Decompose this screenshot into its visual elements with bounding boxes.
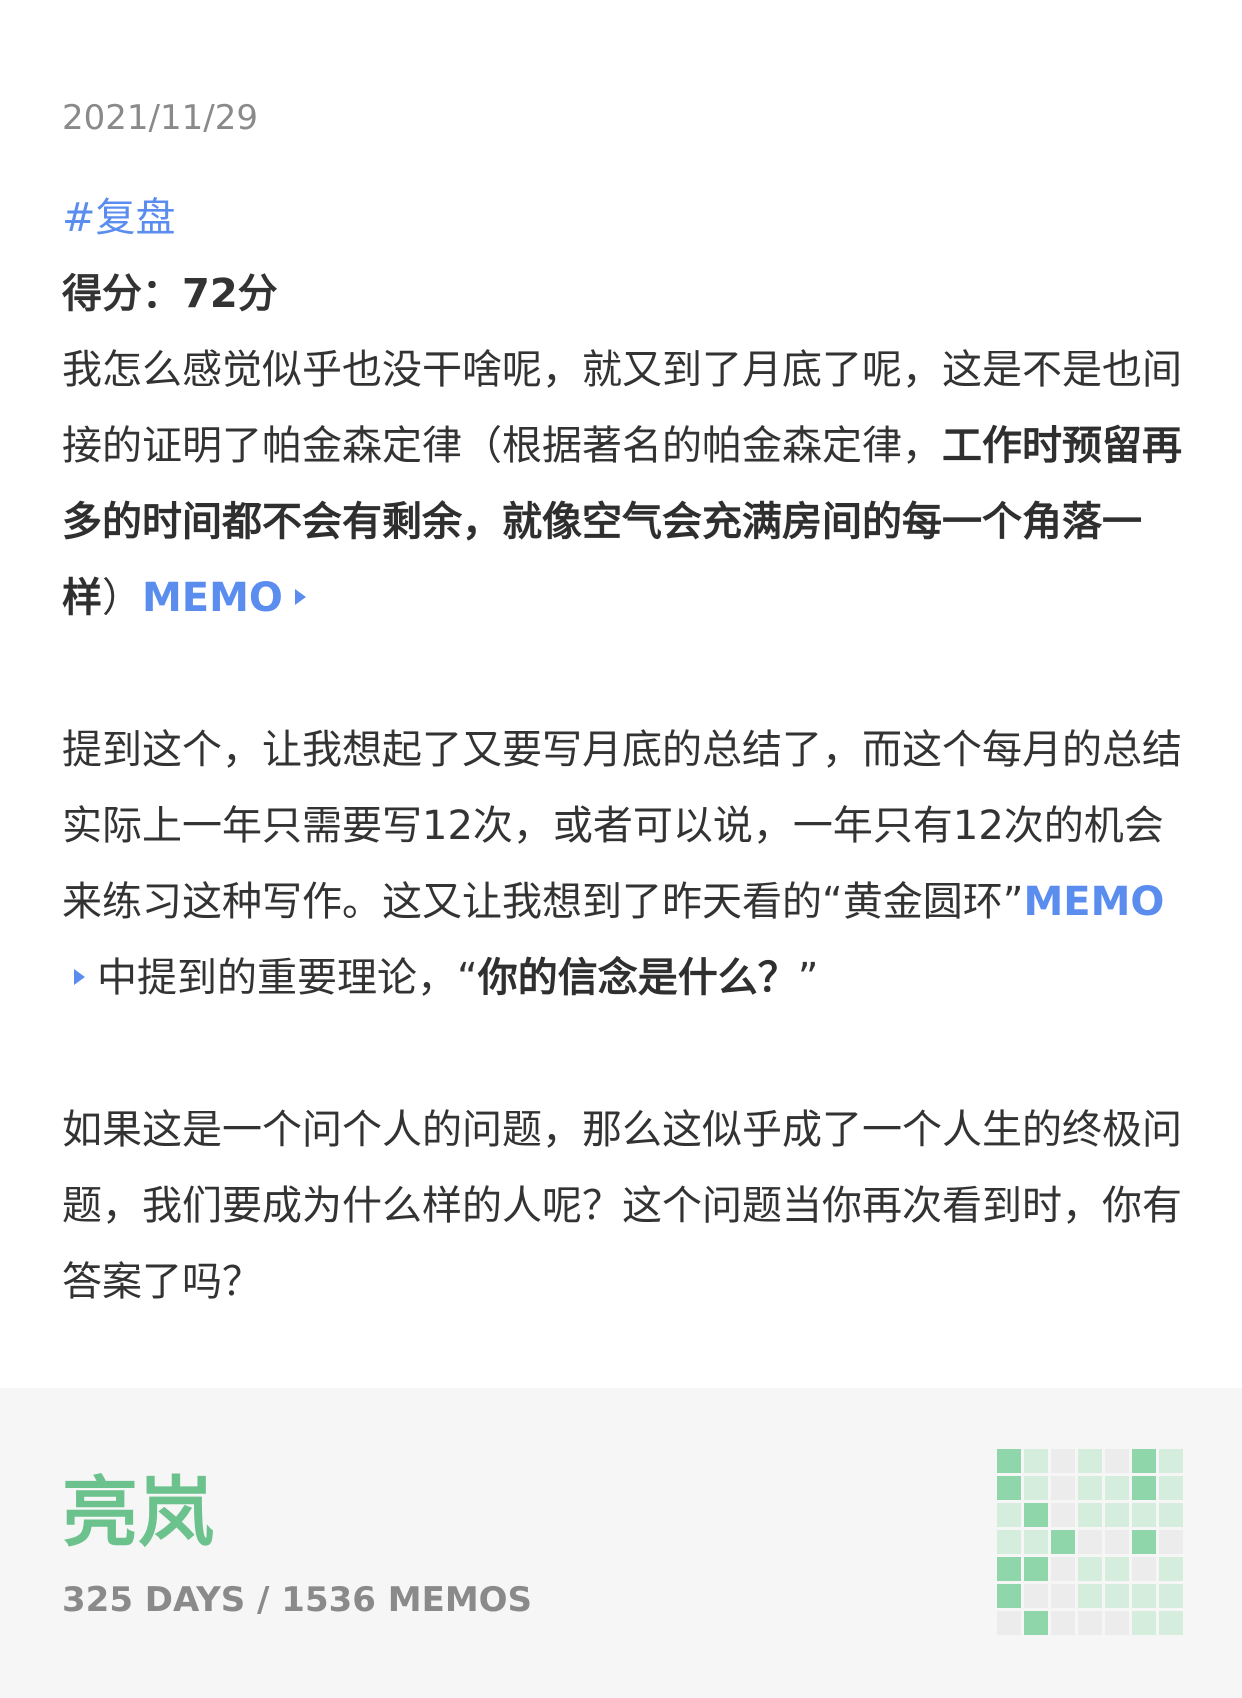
heatmap-cell [1078,1557,1102,1581]
heatmap-cell [1159,1584,1183,1608]
heatmap-cell [1051,1584,1075,1608]
activity-heatmap [997,1449,1183,1635]
heatmap-cell [1159,1611,1183,1635]
heatmap-cell [1105,1503,1129,1527]
heatmap-cell [1105,1611,1129,1635]
play-arrow-icon [74,969,85,985]
heatmap-cell [1024,1449,1048,1473]
heatmap-cell [1024,1530,1048,1554]
heatmap-cell [1078,1584,1102,1608]
heatmap-cell [1078,1449,1102,1473]
heatmap-cell [1132,1611,1156,1635]
heatmap-cell [1105,1584,1129,1608]
author-name: 亮岚 [62,1468,214,1557]
heatmap-cell [1024,1503,1048,1527]
heatmap-cell [1159,1530,1183,1554]
heatmap-cell [1132,1449,1156,1473]
heatmap-cell [1024,1584,1048,1608]
footer-panel: 亮岚 325 DAYS / 1536 MEMOS [0,1388,1242,1698]
heatmap-cell [1051,1449,1075,1473]
memo-reference-label: MEMO [142,575,283,621]
memo-date: 2021/11/29 [62,98,258,138]
heatmap-cell [997,1449,1021,1473]
heatmap-cell [997,1584,1021,1608]
heatmap-cell [1132,1557,1156,1581]
paragraph-1-close: ） [102,575,142,621]
heatmap-cell [997,1611,1021,1635]
heatmap-cell [997,1557,1021,1581]
heatmap-cell [1078,1476,1102,1500]
heatmap-cell [1024,1611,1048,1635]
heatmap-cell [997,1503,1021,1527]
play-arrow-icon [294,589,306,605]
heatmap-cell [1051,1503,1075,1527]
heatmap-cell [1159,1476,1183,1500]
heatmap-cell [1132,1530,1156,1554]
heatmap-cell [1132,1503,1156,1527]
heatmap-cell [1078,1611,1102,1635]
heatmap-cell [1051,1530,1075,1554]
heatmap-cell [1105,1476,1129,1500]
heatmap-cell [1051,1611,1075,1635]
heatmap-cell [1078,1530,1102,1554]
heatmap-cell [997,1530,1021,1554]
tag-link[interactable]: #复盘 [62,180,1186,256]
memo-reference-link-1[interactable]: MEMO [142,575,306,621]
paragraph-1: 我怎么感觉似乎也没干啥呢，就又到了月底了呢，这是不是也间接的证明了帕金森定律（根… [62,332,1186,636]
heatmap-cell [1051,1476,1075,1500]
heatmap-cell [1105,1530,1129,1554]
paragraph-3: 如果这是一个问个人的问题，那么这似乎成了一个人生的终极问题，我们要成为什么样的人… [62,1107,1182,1305]
heatmap-cell [1024,1557,1048,1581]
heatmap-cell [1105,1449,1129,1473]
heatmap-cell [1105,1557,1129,1581]
heatmap-cell [997,1476,1021,1500]
memo-body: #复盘 得分：72分 我怎么感觉似乎也没干啥呢，就又到了月底了呢，这是不是也间接… [62,180,1186,1320]
paragraph-2: 提到这个，让我想起了又要写月底的总结了，而这个每月的总结实际上一年只需要写12次… [62,712,1186,1016]
paragraph-2-text: 提到这个，让我想起了又要写月底的总结了，而这个每月的总结实际上一年只需要写12次… [62,727,1182,925]
heatmap-cell [1132,1476,1156,1500]
heatmap-cell [1159,1557,1183,1581]
score-line: 得分：72分 [62,271,278,317]
paragraph-2-close-quote: ” [797,955,819,1001]
memo-stats: 325 DAYS / 1536 MEMOS [62,1580,533,1620]
paragraph-2-bold: 你的信念是什么？ [477,955,798,1001]
heatmap-cell [1051,1557,1075,1581]
memo-card: 2021/11/29 #复盘 得分：72分 我怎么感觉似乎也没干啥呢，就又到了月… [0,0,1242,1698]
heatmap-cell [1024,1476,1048,1500]
heatmap-cell [1159,1503,1183,1527]
paragraph-2-text-continued: 中提到的重要理论，“ [97,955,478,1001]
memo-content: 2021/11/29 #复盘 得分：72分 我怎么感觉似乎也没干啥呢，就又到了月… [0,0,1242,1388]
heatmap-cell [1132,1584,1156,1608]
heatmap-cell [1078,1503,1102,1527]
heatmap-cell [1159,1449,1183,1473]
memo-reference-label: MEMO [1023,879,1165,925]
